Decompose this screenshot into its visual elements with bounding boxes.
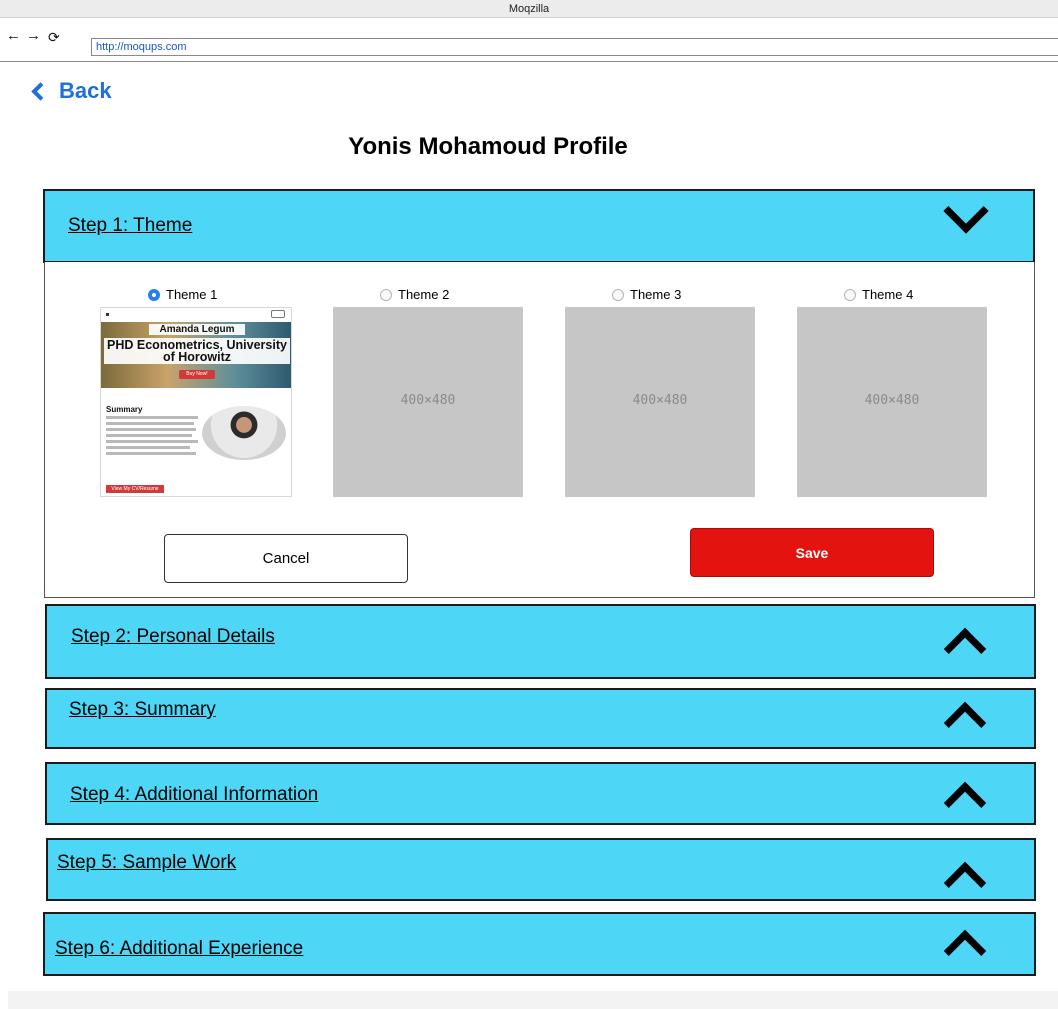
chevron-down-icon xyxy=(943,188,989,234)
step-6-label: Step 6: Additional Experience xyxy=(55,938,304,959)
theme-2-label: Theme 2 xyxy=(398,287,450,302)
theme-4-placeholder-text: 400×480 xyxy=(864,393,920,408)
page-footer xyxy=(8,991,1058,1009)
theme-2-preview[interactable]: 400×480 xyxy=(333,307,523,497)
window-title: Moqzilla xyxy=(508,3,550,15)
preview-summary-text xyxy=(106,416,198,458)
preview-profile-photo xyxy=(202,406,286,460)
preview-menu-icon xyxy=(271,310,285,318)
back-label: Back xyxy=(59,78,112,103)
chevron-up-icon xyxy=(943,861,987,905)
chevron-left-icon xyxy=(31,81,50,101)
theme-2-radio[interactable] xyxy=(380,288,392,301)
chevron-up-icon xyxy=(943,627,987,671)
step-3-label: Step 3: Summary xyxy=(69,699,216,720)
theme-4-radio[interactable] xyxy=(844,288,856,301)
preview-degree: PHD Econometrics, University of Horowitz xyxy=(104,338,290,364)
step-4-label: Step 4: Additional Information xyxy=(70,784,319,805)
theme-1-label: Theme 1 xyxy=(166,287,218,302)
address-bar[interactable]: http://moqups.com xyxy=(91,38,1058,56)
preview-summary-heading: Summary xyxy=(106,405,143,414)
page-title: Yonis Mohamoud Profile xyxy=(348,133,628,160)
step-2-label: Step 2: Personal Details xyxy=(71,626,275,647)
theme-2-placeholder-text: 400×480 xyxy=(400,393,456,408)
browser-nav-bar: ← → ⟳ http://moqups.com xyxy=(0,18,1058,62)
theme-3-placeholder-text: 400×480 xyxy=(632,393,688,408)
chevron-up-icon xyxy=(943,781,987,825)
step-5-label: Step 5: Sample Work xyxy=(57,852,237,873)
theme-3-label: Theme 3 xyxy=(630,287,682,302)
preview-logo-icon xyxy=(106,313,109,316)
theme-4-option[interactable]: Theme 4 xyxy=(844,287,913,302)
step-2-header[interactable]: Step 2: Personal Details xyxy=(45,604,1036,679)
theme-3-radio[interactable] xyxy=(612,288,624,301)
theme-4-preview[interactable]: 400×480 xyxy=(797,307,987,497)
theme-3-option[interactable]: Theme 3 xyxy=(612,287,681,302)
theme-4-label: Theme 4 xyxy=(862,287,914,302)
preview-buy-button: Buy Now! xyxy=(179,370,215,379)
step-5-header[interactable]: Step 5: Sample Work xyxy=(46,838,1036,905)
reload-icon[interactable]: ⟳ xyxy=(48,29,60,45)
chevron-up-icon xyxy=(943,701,987,745)
step-6-header[interactable]: Step 6: Additional Experience xyxy=(43,912,1036,976)
browser-forward-icon[interactable]: → xyxy=(26,28,41,44)
step-1-label: Step 1: Theme xyxy=(68,215,193,236)
step-1-header[interactable]: Step 1: Theme xyxy=(43,188,1035,263)
preview-view-cv-button: View My CV/Resume xyxy=(106,485,164,493)
theme-2-option[interactable]: Theme 2 xyxy=(380,287,449,302)
url-text: http://moqups.com xyxy=(96,41,187,53)
step-3-header[interactable]: Step 3: Summary xyxy=(45,688,1036,749)
theme-1-preview[interactable]: Amanda Legum PHD Econometrics, Universit… xyxy=(100,307,292,497)
back-link[interactable]: Back xyxy=(30,78,112,104)
step-4-header[interactable]: Step 4: Additional Information xyxy=(45,762,1036,825)
browser-back-icon[interactable]: ← xyxy=(6,28,21,44)
preview-top-bar xyxy=(101,308,291,322)
theme-1-radio[interactable] xyxy=(148,288,160,301)
preview-name: Amanda Legum xyxy=(149,324,245,335)
step-1-panel: Theme 1 Theme 2 Theme 3 Theme 4 Amanda L… xyxy=(44,262,1035,598)
save-button[interactable]: Save xyxy=(690,528,934,577)
cancel-button[interactable]: Cancel xyxy=(164,534,408,583)
theme-3-preview[interactable]: 400×480 xyxy=(565,307,755,497)
chevron-up-icon xyxy=(943,929,987,973)
preview-hero-image: Amanda Legum PHD Econometrics, Universit… xyxy=(101,322,291,388)
browser-title-bar: Moqzilla xyxy=(0,0,1058,18)
theme-1-option[interactable]: Theme 1 xyxy=(148,287,217,302)
